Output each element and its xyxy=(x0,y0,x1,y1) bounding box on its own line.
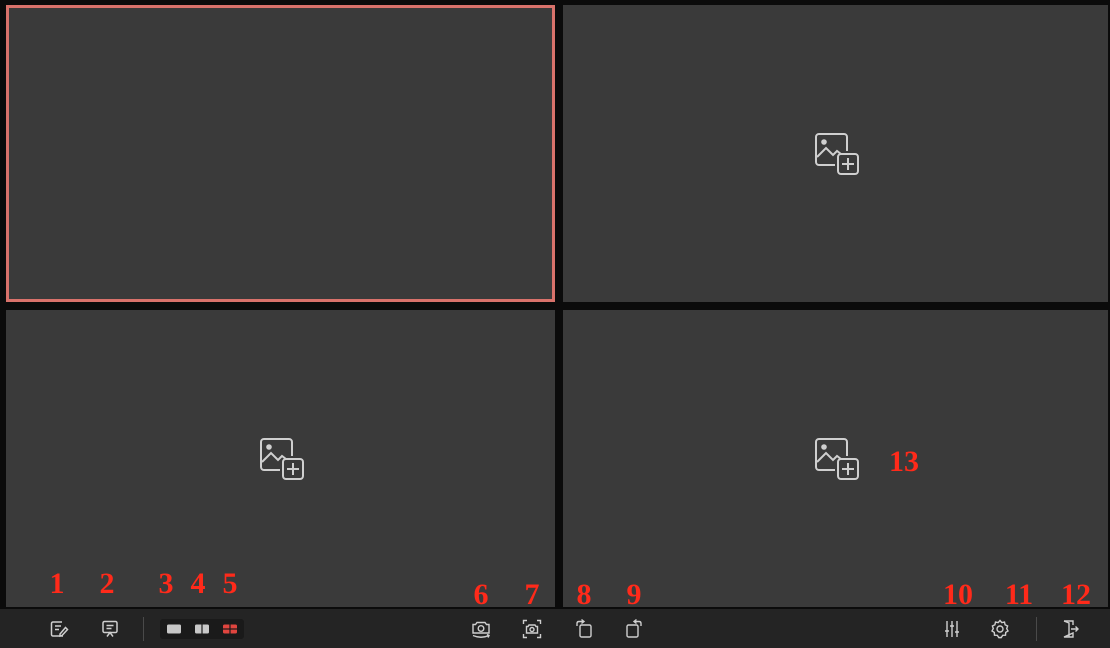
layout-dual-icon xyxy=(195,624,209,634)
bottom-toolbar xyxy=(0,609,1110,648)
layout-quad-button[interactable] xyxy=(221,621,239,637)
rotate-right-icon xyxy=(626,618,642,638)
settings-gear-icon xyxy=(991,618,1009,638)
marker-6: 6 xyxy=(473,578,489,611)
marker-13: 13 xyxy=(889,445,919,478)
add-image-icon[interactable] xyxy=(809,432,863,486)
settings-button[interactable] xyxy=(987,616,1013,642)
note-edit-icon xyxy=(50,620,69,637)
add-image-icon[interactable] xyxy=(254,432,308,486)
marker-4: 4 xyxy=(190,567,206,600)
marker-5: 5 xyxy=(222,567,238,600)
rotate-left-icon xyxy=(576,618,592,638)
toolbar-divider xyxy=(1036,617,1037,641)
pane-1[interactable] xyxy=(6,5,555,302)
marker-1: 1 xyxy=(49,567,65,600)
camera-rotate-icon xyxy=(472,621,490,638)
layout-selector xyxy=(160,619,244,639)
marker-10: 10 xyxy=(943,578,973,611)
exit-door-icon xyxy=(1063,619,1079,638)
adjustments-button[interactable] xyxy=(939,616,965,642)
marker-9: 9 xyxy=(626,578,642,611)
exit-button[interactable] xyxy=(1057,616,1083,642)
marker-2: 2 xyxy=(99,567,115,600)
pane-3[interactable] xyxy=(6,310,555,607)
switch-camera-button[interactable] xyxy=(468,616,494,642)
marker-8: 8 xyxy=(576,578,592,611)
whiteboard-button[interactable] xyxy=(97,616,123,642)
camera-capture-icon xyxy=(522,619,542,638)
toolbar-divider xyxy=(143,617,144,641)
marker-3: 3 xyxy=(158,567,174,600)
layout-single-icon xyxy=(167,624,181,634)
layout-dual-button[interactable] xyxy=(193,621,211,637)
video-grid xyxy=(6,5,1108,607)
pane-2[interactable] xyxy=(563,5,1108,302)
add-image-icon[interactable] xyxy=(809,127,863,181)
rotate-left-button[interactable] xyxy=(571,616,597,642)
pane-4[interactable] xyxy=(563,310,1108,607)
whiteboard-icon xyxy=(102,620,118,637)
adjustments-sliders-icon xyxy=(945,620,959,637)
rotate-right-button[interactable] xyxy=(621,616,647,642)
layout-single-button[interactable] xyxy=(165,621,183,637)
layout-quad-icon xyxy=(223,624,237,634)
marker-12: 12 xyxy=(1061,578,1091,611)
note-edit-button[interactable] xyxy=(46,616,72,642)
marker-7: 7 xyxy=(524,578,540,611)
marker-11: 11 xyxy=(1004,578,1034,611)
capture-button[interactable] xyxy=(519,616,545,642)
